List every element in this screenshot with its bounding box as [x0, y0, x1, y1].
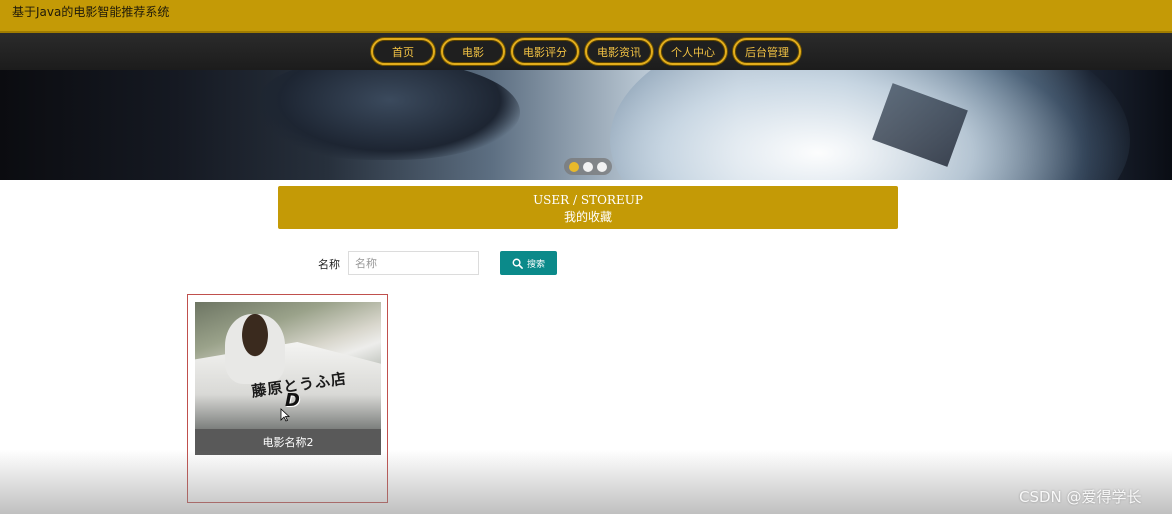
- nav-item-admin[interactable]: 后台管理: [733, 38, 801, 65]
- search-input[interactable]: [348, 251, 479, 275]
- nav-item-movies[interactable]: 电影: [441, 38, 505, 65]
- banner-earth-graphic: [610, 70, 1130, 180]
- mouse-cursor-icon: [280, 408, 290, 422]
- search-icon: [512, 258, 523, 269]
- bottom-fade-overlay: [0, 450, 1172, 514]
- carousel-dot-1[interactable]: [569, 161, 579, 172]
- watermark: CSDN @爱得学长: [1019, 488, 1142, 506]
- section-title-cn: 我的收藏: [563, 210, 612, 224]
- top-header-bar: 基于Java的电影智能推荐系统: [0, 0, 1172, 33]
- nav-item-home[interactable]: 首页: [371, 38, 435, 65]
- movie-name[interactable]: 电影名称2: [195, 429, 381, 455]
- nav-item-news[interactable]: 电影资讯: [585, 38, 653, 65]
- poster-person-graphic: [225, 314, 285, 384]
- section-header: USER / STOREUP 我的收藏: [278, 186, 898, 229]
- favorite-card[interactable]: 藤原とうふ店 D 电影名称2: [187, 294, 388, 503]
- site-title: 基于Java的电影智能推荐系统: [12, 5, 170, 19]
- banner-astronaut-graphic: [260, 70, 520, 160]
- main-navigation: 首页 电影 电影评分 电影资讯 个人中心 后台管理: [0, 33, 1172, 70]
- search-button[interactable]: 搜索: [500, 251, 557, 275]
- nav-items: 首页 电影 电影评分 电影资讯 个人中心 后台管理: [0, 33, 1172, 70]
- section-title-en: USER / STOREUP: [533, 193, 643, 207]
- search-button-label: 搜索: [526, 259, 545, 270]
- nav-item-profile[interactable]: 个人中心: [659, 38, 727, 65]
- carousel-indicators: [564, 158, 612, 175]
- carousel-dot-2[interactable]: [583, 161, 593, 172]
- search-label: 名称: [318, 258, 340, 271]
- nav-item-ratings[interactable]: 电影评分: [511, 38, 579, 65]
- carousel-dot-3[interactable]: [597, 161, 607, 172]
